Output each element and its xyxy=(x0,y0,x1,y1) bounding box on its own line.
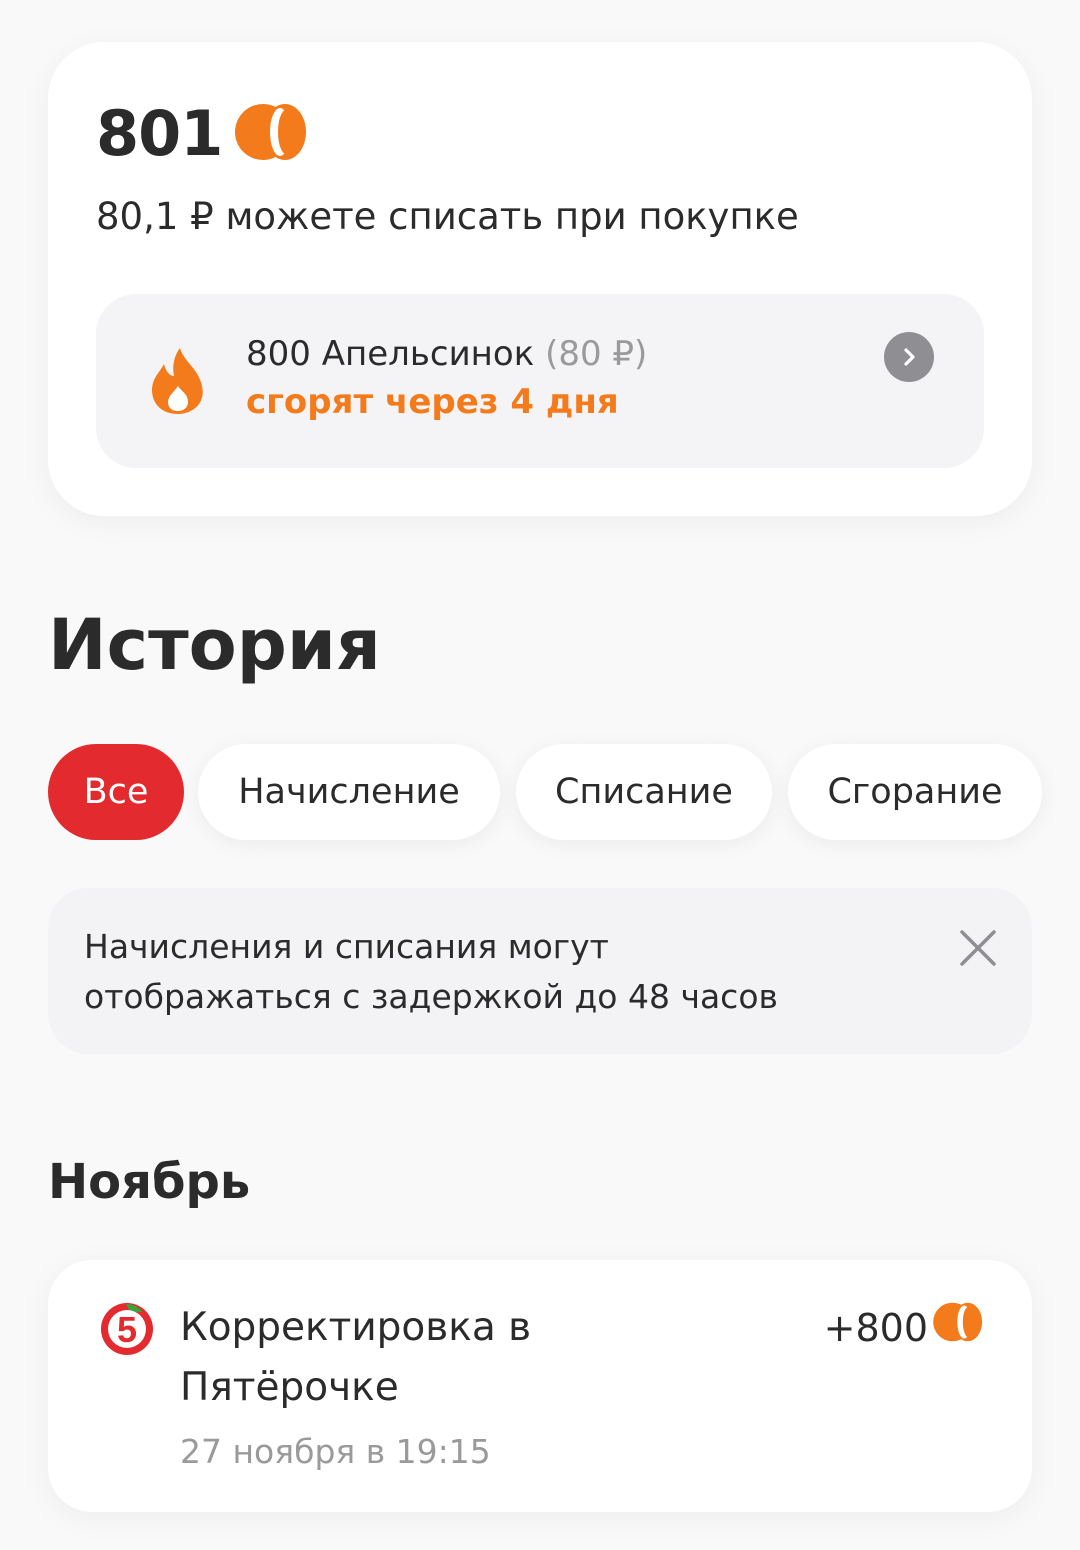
transaction-item[interactable]: 5 Корректировка в Пятёрочке 27 ноября в … xyxy=(48,1260,1032,1512)
orange-coin-icon xyxy=(932,1302,984,1354)
store-logo-text: 5 xyxy=(117,1309,137,1350)
transaction-amount-row: +800 xyxy=(824,1302,984,1354)
balance-subtitle: 80,1 ₽ можете списать при покупке xyxy=(96,195,799,238)
delay-notice: Начисления и списания могут отображаться… xyxy=(48,888,1032,1054)
filter-chip-accrual[interactable]: Начисление xyxy=(198,744,500,840)
history-title: История xyxy=(48,604,381,686)
balance-points: 801 xyxy=(96,97,223,170)
pyaterochka-logo-icon: 5 xyxy=(100,1302,154,1356)
filter-chip-expired[interactable]: Сгорание xyxy=(788,744,1042,840)
loyalty-screen: 801 80,1 ₽ можете списать при покупке 80 xyxy=(0,0,1080,1550)
burn-info-box[interactable]: 800 Апельсинок (80 ₽) сгорят через 4 дня xyxy=(96,294,984,468)
filter-chip-all[interactable]: Все xyxy=(48,744,184,840)
burn-rub-value: (80 ₽) xyxy=(545,334,648,374)
balance-row: 801 xyxy=(96,94,308,174)
filter-chips: Все Начисление Списание Сгорание xyxy=(48,744,1048,840)
month-header: Ноябрь xyxy=(48,1154,251,1210)
balance-card: 801 80,1 ₽ можете списать при покупке 80 xyxy=(48,42,1032,516)
orange-coin-icon xyxy=(234,103,308,165)
transaction-amount: +800 xyxy=(823,1306,928,1350)
notice-text: Начисления и списания могут отображаться… xyxy=(84,927,778,1016)
burn-title: 800 Апельсинок (80 ₽) xyxy=(246,332,647,376)
transaction-date: 27 ноября в 19:15 xyxy=(180,1432,491,1471)
filter-chip-writeoff[interactable]: Списание xyxy=(516,744,772,840)
burn-amount: 800 Апельсинок xyxy=(246,334,535,374)
burn-expiry: сгорят через 4 дня xyxy=(246,382,619,422)
transaction-title: Корректировка в Пятёрочке xyxy=(180,1305,532,1410)
chevron-right-icon[interactable] xyxy=(884,332,934,382)
fire-icon xyxy=(148,346,208,416)
close-icon[interactable] xyxy=(958,928,998,968)
